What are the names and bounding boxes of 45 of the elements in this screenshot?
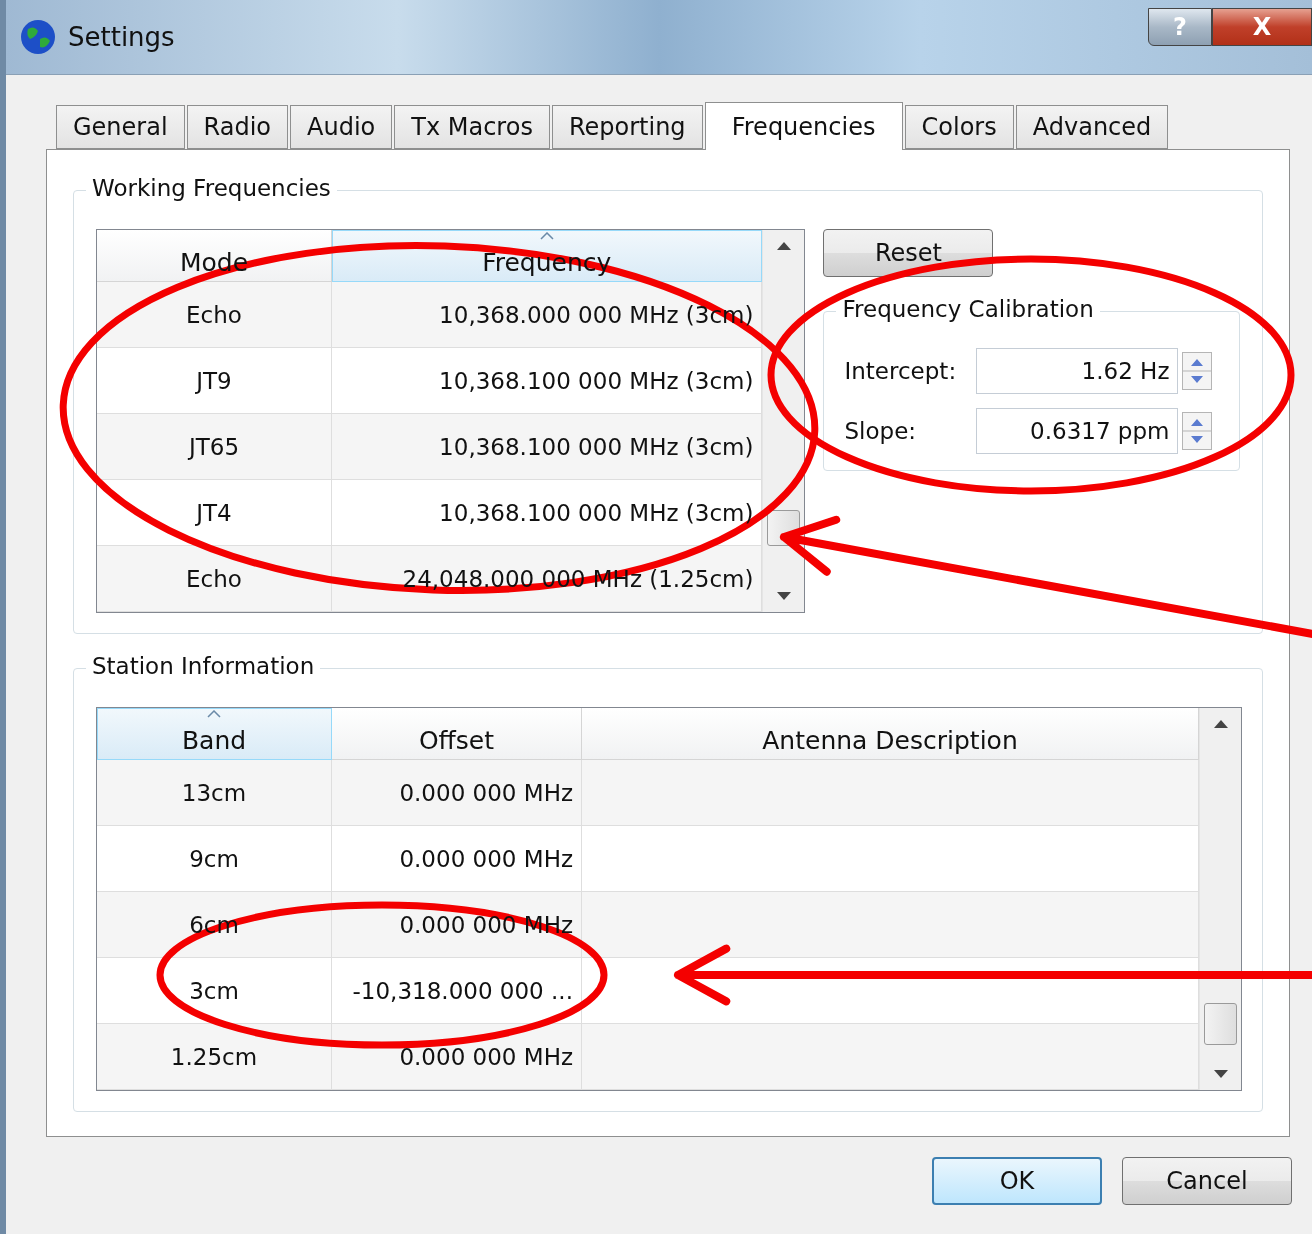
scrollbar[interactable]: [1199, 708, 1241, 1090]
table-cell: 1.25cm: [97, 1024, 332, 1089]
tab[interactable]: Colors: [904, 105, 1014, 149]
group-title: Working Frequencies: [86, 175, 337, 201]
scroll-down-icon[interactable]: [777, 592, 791, 600]
tab[interactable]: Advanced: [1015, 105, 1169, 149]
scroll-up-icon[interactable]: [1213, 720, 1228, 728]
table-cell: JT65: [97, 414, 332, 479]
close-button[interactable]: X: [1212, 8, 1312, 46]
column-header[interactable]: Mode: [97, 230, 332, 282]
table-cell: JT9: [97, 348, 332, 413]
tab[interactable]: Audio: [290, 105, 393, 149]
table-cell: Echo: [97, 282, 332, 347]
table-cell: JT4: [97, 480, 332, 545]
spin-arrows-icon[interactable]: [1182, 412, 1213, 450]
tab[interactable]: General: [56, 105, 185, 149]
spin-field[interactable]: 0.6317 ppm: [976, 408, 1179, 454]
column-header[interactable]: Offset: [332, 708, 582, 760]
ok-button[interactable]: OK: [932, 1157, 1102, 1205]
table-cell: 13cm: [97, 760, 332, 825]
table-cell: -10,318.000 000 ...: [332, 958, 582, 1023]
scroll-down-icon[interactable]: [1213, 1070, 1228, 1078]
tab[interactable]: Radio: [186, 105, 289, 149]
reset-button[interactable]: Reset: [823, 229, 994, 277]
tab[interactable]: Tx Macros: [394, 105, 550, 149]
window-title: Settings: [68, 22, 176, 52]
table-cell: 0.000 000 MHz: [332, 826, 582, 891]
table-cell: 0.000 000 MHz: [332, 760, 582, 825]
spin-field[interactable]: 1.62 Hz: [976, 348, 1179, 394]
field-label: Intercept:: [844, 358, 958, 384]
table-cell: Echo: [97, 546, 332, 611]
table-cell: 9cm: [97, 826, 332, 891]
table-cell: 3cm: [97, 958, 332, 1023]
scroll-up-icon[interactable]: [777, 242, 791, 250]
column-header[interactable]: Antenna Description: [582, 708, 1199, 760]
table-cell: 0.000 000 MHz: [332, 1024, 582, 1089]
tab[interactable]: Frequencies: [704, 102, 903, 150]
scroll-thumb[interactable]: [1204, 1003, 1237, 1045]
group-title: Frequency Calibration: [836, 296, 1100, 322]
globe-icon: [20, 19, 56, 55]
tab[interactable]: Reporting: [551, 105, 703, 149]
cancel-button[interactable]: Cancel: [1122, 1157, 1292, 1205]
spin-arrows-icon[interactable]: [1182, 352, 1213, 390]
column-header[interactable]: Band: [97, 708, 332, 760]
field-label: Slope:: [844, 418, 918, 444]
